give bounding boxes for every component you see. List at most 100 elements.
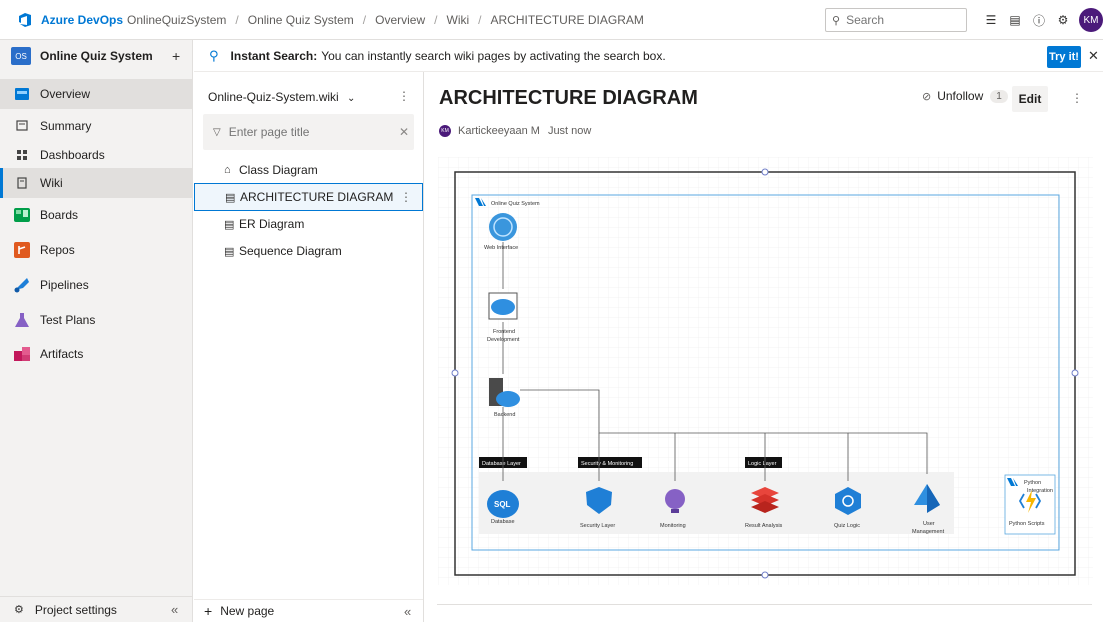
overview-icon [12, 84, 32, 104]
test-plans-icon [12, 310, 32, 330]
settings-list-icon[interactable]: ☰ [982, 11, 1000, 29]
quiz-logic-label: Quiz Logic [834, 523, 860, 529]
sidebar-item-label: Test Plans [40, 313, 96, 327]
page-filter-box[interactable]: ▽ ✕ [203, 114, 414, 150]
breadcrumb-organization[interactable]: OnlineQuizSystem [127, 13, 226, 27]
collapse-nav-icon[interactable]: « [171, 602, 178, 617]
wiki-icon [12, 173, 32, 193]
security-layer-label: Security & Monitoring [581, 461, 633, 467]
resize-handle [761, 168, 769, 176]
collapse-tree-icon[interactable]: « [404, 604, 411, 619]
sidebar-item-summary[interactable]: Summary [0, 111, 193, 141]
sidebar-item-label: Summary [40, 119, 92, 133]
repos-icon [12, 240, 32, 260]
sidebar-item-test-plans[interactable]: Test Plans [0, 305, 193, 335]
modified-time: Just now [547, 125, 592, 137]
sidebar-item-boards[interactable]: Boards [0, 200, 193, 230]
banner-text: You can instantly search wiki pages by a… [321, 48, 666, 63]
logic-layer-label: Logic Layer [748, 461, 777, 467]
breadcrumb-separator: / [434, 12, 438, 27]
top-bar: Azure DevOps OnlineQuizSystem / Online Q… [0, 0, 1103, 40]
more-options-icon[interactable]: ⋮ [1071, 91, 1083, 105]
sql-icon-text: SQL [494, 500, 511, 509]
tree-item-architecture-diagram[interactable]: ▤ ARCHITECTURE DIAGRAM ⋮ [194, 183, 423, 211]
new-page-label: New page [220, 604, 275, 618]
try-it-button[interactable]: Try it! [1047, 46, 1081, 68]
user-management-label-line1: User [923, 521, 935, 527]
author-avatar: KM [439, 125, 451, 137]
add-icon[interactable]: + [172, 48, 180, 64]
close-icon[interactable]: ✕ [1088, 48, 1099, 64]
sidebar-item-label: Artifacts [40, 347, 84, 361]
frontend-label-line1: Frontend [493, 329, 515, 335]
search-input[interactable] [846, 13, 957, 27]
summary-icon [12, 116, 32, 136]
search-box[interactable]: ⚲ [825, 8, 967, 32]
project-settings-label: Project settings [34, 602, 117, 617]
breadcrumb-wiki[interactable]: Wiki [447, 13, 470, 27]
resize-handle [1071, 369, 1079, 377]
layer-band [479, 472, 954, 534]
tree-item-label: Sequence Diagram [239, 244, 342, 258]
breadcrumb-separator: / [478, 12, 482, 27]
pipelines-icon [12, 275, 32, 295]
breadcrumb-current-page[interactable]: ARCHITECTURE DIAGRAM [491, 13, 644, 27]
dashboards-icon [12, 145, 32, 165]
sidebar-item-pipelines[interactable]: Pipelines [0, 270, 193, 300]
sidebar-item-overview[interactable]: Overview [0, 79, 193, 109]
project-settings[interactable]: ⚙ Project settings « [0, 596, 193, 622]
page-filter-input[interactable] [228, 125, 379, 139]
wiki-selector[interactable]: Online-Quiz-System.wiki ⌄ [208, 90, 355, 104]
user-settings-icon[interactable]: ⚙ [1054, 11, 1072, 29]
page-icon: ▤ [224, 218, 235, 231]
tree-item-er-diagram[interactable]: ▤ ER Diagram [194, 210, 423, 238]
breadcrumb-separator: / [362, 12, 367, 27]
sidebar-item-artifacts[interactable]: Artifacts [0, 339, 193, 369]
tree-item-sequence-diagram[interactable]: ▤ Sequence Diagram [194, 237, 423, 265]
tree-item-label: ARCHITECTURE DIAGRAM [240, 190, 394, 204]
more-options-icon[interactable]: ⋮ [400, 190, 412, 204]
marketplace-bag-icon[interactable]: ▤ [1006, 11, 1024, 29]
breadcrumb-project[interactable]: Online Quiz System [248, 13, 354, 27]
frontend-label-line2: Development [487, 337, 520, 343]
chevron-down-icon: ⌄ [347, 93, 356, 104]
resize-handle [761, 571, 769, 579]
more-options-icon[interactable]: ⋮ [398, 89, 410, 103]
breadcrumb-overview[interactable]: Overview [375, 13, 425, 27]
unfollow-label: Unfollow [937, 89, 984, 103]
project-header[interactable]: OS Online Quiz System + [0, 40, 192, 72]
page-icon: ▤ [225, 191, 236, 204]
unfollow-button[interactable]: ⊘ Unfollow 1 [922, 89, 1008, 103]
search-icon: ⚲ [832, 14, 841, 27]
brand-link[interactable]: Azure DevOps [41, 13, 123, 27]
monitoring-label: Monitoring [660, 523, 686, 529]
azure-devops-logo-icon[interactable] [17, 12, 33, 28]
edit-button[interactable]: Edit [1012, 86, 1048, 112]
result-analysis-label: Result Analysis [745, 523, 783, 529]
new-page-button[interactable]: + New page « [194, 599, 423, 622]
clear-filter-icon[interactable]: ✕ [399, 125, 409, 139]
author-name[interactable]: Kartickeeyaan M [458, 125, 540, 137]
sidebar-item-dashboards[interactable]: Dashboards [0, 140, 193, 170]
database-layer-label: Database Layer [482, 461, 521, 467]
sidebar-item-label: Wiki [40, 176, 63, 190]
tree-item-label: Class Diagram [239, 163, 318, 177]
sidebar-item-label: Dashboards [40, 148, 105, 162]
architecture-diagram-image: Online Quiz System Database Layer Securi… [438, 157, 1093, 585]
project-name[interactable]: Online Quiz System [40, 49, 153, 63]
help-icon[interactable]: ⓘ [1030, 11, 1048, 29]
avatar[interactable]: KM [1079, 8, 1103, 32]
sidebar-item-wiki[interactable]: Wiki [0, 168, 193, 198]
sidebar-item-repos[interactable]: Repos [0, 235, 193, 265]
project-badge: OS [11, 47, 31, 65]
tree-item-class-diagram[interactable]: ⌂ Class Diagram [194, 156, 423, 184]
artifacts-icon [12, 344, 32, 364]
page-icon: ▤ [224, 245, 235, 258]
page-title: ARCHITECTURE DIAGRAM [439, 87, 698, 109]
wiki-name: Online-Quiz-System.wiki [208, 90, 339, 104]
boards-icon [12, 205, 32, 225]
group-title: Online Quiz System [491, 201, 540, 207]
sidebar-item-label: Overview [40, 87, 91, 101]
web-interface-icon [489, 213, 517, 241]
backend-cloud-icon [496, 391, 520, 407]
